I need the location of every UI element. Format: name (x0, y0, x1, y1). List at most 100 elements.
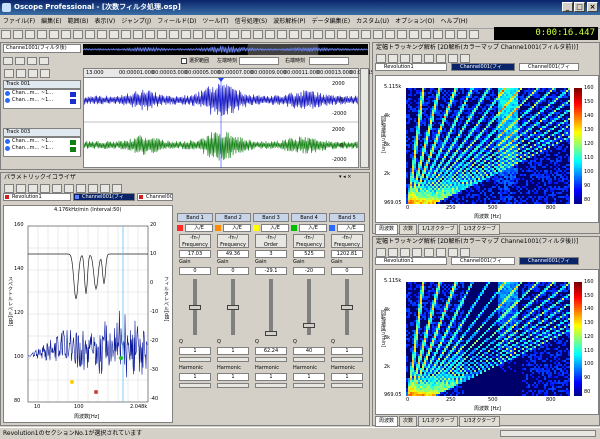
toolbar-icon[interactable] (121, 30, 131, 39)
toolbar-icon[interactable] (61, 30, 71, 39)
band-gain-field[interactable]: -29.1 (255, 267, 287, 275)
band-harmonic-field[interactable]: 1 (293, 373, 325, 381)
spec2-tab-2[interactable]: Channel001(フィ (451, 257, 515, 265)
spec2-tab-3[interactable]: Channel001(フィ (519, 257, 579, 265)
toolbar-icon[interactable] (229, 30, 239, 39)
eq-source-tab-2[interactable]: Channel001(フィ (73, 193, 135, 201)
menu-item-11[interactable]: オプション(O) (392, 15, 437, 29)
track2-header[interactable]: Track 003 (3, 128, 81, 137)
spec-tool-icon[interactable] (388, 248, 398, 257)
menu-item-7[interactable]: 信号処理(S) (232, 15, 271, 29)
band-header[interactable]: Band 1 (177, 213, 213, 222)
spec1-tab-1[interactable]: Revolution1 (375, 63, 447, 71)
spec2-colormap[interactable] (406, 282, 570, 396)
band-mode-button[interactable]: -fn-/Frequency (217, 234, 249, 248)
spec-tool-icon[interactable] (412, 54, 422, 63)
band-gain-thumb[interactable] (303, 323, 315, 328)
track1-row1[interactable]: Chan...m... ~1... (4, 90, 80, 97)
spec-tool-icon[interactable] (412, 248, 422, 257)
toolbar-icon[interactable] (301, 30, 311, 39)
spec1-colormap[interactable] (406, 88, 570, 204)
toolbar-icon[interactable] (97, 30, 107, 39)
toolbar-icon[interactable] (217, 30, 227, 39)
range-checkbox[interactable] (181, 58, 187, 64)
band-type-select[interactable]: 入/E (185, 224, 213, 232)
zoom-slider[interactable] (500, 430, 596, 437)
eq-tool-icon[interactable] (76, 184, 86, 193)
toolbar-icon[interactable] (421, 30, 431, 39)
spec2-tab-1[interactable]: Revolution1 (375, 257, 447, 265)
band-type-select[interactable]: 入/E (261, 224, 289, 232)
spec-tool-icon[interactable] (376, 248, 386, 257)
spec2-btab-1[interactable]: 周波数 (375, 416, 399, 427)
menu-item-5[interactable]: フィールド(D) (154, 15, 199, 29)
toolbar-icon[interactable] (25, 30, 35, 39)
band-gain-field[interactable]: 0 (179, 267, 211, 275)
menu-item-10[interactable]: カスタム(U) (353, 15, 392, 29)
toolbar-icon[interactable] (457, 30, 467, 39)
cursor-icon[interactable] (39, 57, 49, 65)
toolbar-icon[interactable] (1, 30, 11, 39)
toolbar-icon[interactable] (445, 30, 455, 39)
toolbar-icon[interactable] (277, 30, 287, 39)
arrow-icon[interactable] (3, 57, 13, 65)
toolbar-icon[interactable] (373, 30, 383, 39)
menu-item-1[interactable]: 編集(E) (38, 15, 64, 29)
band-q-slider[interactable] (293, 357, 325, 362)
band-q-slider[interactable] (255, 357, 287, 362)
maximize-button[interactable]: □ (574, 2, 585, 12)
spec1-btab-1[interactable]: 周波数 (375, 224, 399, 235)
spec-tool-icon[interactable] (460, 248, 470, 257)
toolbar-icon[interactable] (325, 30, 335, 39)
spec2-plot-area[interactable]: 5.115k 4k 3k 2k 969.05 0 250 500 800 160 150 140 1… (375, 269, 599, 415)
spec1-plot-area[interactable]: 5.115k 4k 3k 2k 969.05 0 250 500 800 160 150 140 1… (375, 75, 599, 223)
track-up-icon[interactable] (28, 69, 38, 78)
band-type-select[interactable]: 入/E (337, 224, 365, 232)
band-type-select[interactable]: 入/E (299, 224, 327, 232)
spec-tool-icon[interactable] (400, 248, 410, 257)
toolbar-icon[interactable] (313, 30, 323, 39)
eq-tool-icon[interactable] (28, 184, 38, 193)
left-time-field[interactable] (239, 57, 279, 65)
band-q-slider[interactable] (179, 357, 211, 362)
eq-tool-icon[interactable] (52, 184, 62, 193)
band-gain-thumb[interactable] (189, 305, 201, 310)
eq-tool-icon[interactable] (112, 184, 122, 193)
band-harmonic-slider[interactable] (179, 383, 211, 388)
band-harmonic-slider[interactable] (293, 383, 325, 388)
waveform-plot[interactable] (84, 78, 358, 168)
spec-tool-icon[interactable] (448, 248, 458, 257)
spec-tool-icon[interactable] (376, 54, 386, 63)
close-button[interactable]: × (587, 2, 598, 12)
band-q-field[interactable]: 1 (179, 347, 211, 355)
band-gain-slider[interactable] (269, 279, 273, 335)
toolbar-icon[interactable] (409, 30, 419, 39)
toolbar-icon[interactable] (181, 30, 191, 39)
spec2-btab-4[interactable]: 1/3オクターブ (459, 416, 500, 427)
spec-tool-icon[interactable] (460, 54, 470, 63)
band-gain-thumb[interactable] (341, 305, 353, 310)
waveform-area[interactable]: 13.000 00:00001.000 00:00003.000 00:00005.0… (83, 68, 385, 168)
band-q-slider[interactable] (217, 357, 249, 362)
menu-item-2[interactable]: 範囲(B) (65, 15, 92, 29)
spec-tool-icon[interactable] (448, 54, 458, 63)
track2-row2[interactable]: Chan...m... ~1... (4, 145, 80, 152)
band-header[interactable]: Band 4 (291, 213, 327, 222)
menu-item-9[interactable]: データ編集(E) (309, 15, 353, 29)
menu-item-6[interactable]: ツール(T) (199, 15, 231, 29)
hand-icon[interactable] (15, 57, 25, 65)
eq-tool-icon[interactable] (40, 184, 50, 193)
track2-row1[interactable]: Chan...m... ~1... (4, 138, 80, 145)
toolbar-icon[interactable] (109, 30, 119, 39)
band-q-field[interactable]: 40 (293, 347, 325, 355)
toolbar-icon[interactable] (349, 30, 359, 39)
eq-source-tab-1[interactable]: Revolution1 (3, 193, 71, 201)
toolbar-icon[interactable] (385, 30, 395, 39)
spec-tool-icon[interactable] (424, 248, 434, 257)
band-q-field[interactable]: 62.24 (255, 347, 287, 355)
spec1-btab-4[interactable]: 1/3オクターブ (459, 224, 500, 235)
toolbar-icon[interactable] (469, 30, 479, 39)
toolbar-icon[interactable] (193, 30, 203, 39)
toolbar-icon[interactable] (13, 30, 23, 39)
band-header[interactable]: Band 3 (253, 213, 289, 222)
